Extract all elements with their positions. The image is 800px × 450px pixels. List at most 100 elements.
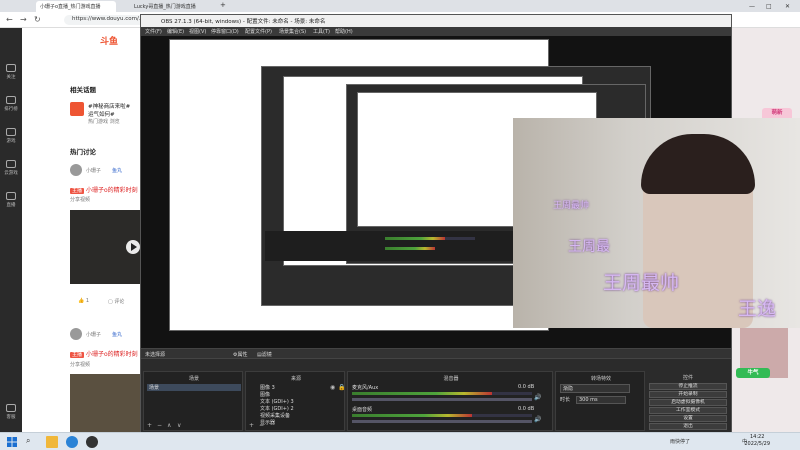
volume-slider[interactable] xyxy=(352,398,532,401)
menu-profile[interactable]: 配置文件(P) xyxy=(245,28,272,35)
badge-sticker: 牛气 xyxy=(736,368,770,378)
new-tab-button[interactable]: + xyxy=(220,1,230,12)
heart-icon xyxy=(6,64,16,72)
sidebar-item-live[interactable]: 直播 xyxy=(2,192,20,208)
menu-tools[interactable]: 工具(T) xyxy=(313,28,330,35)
exit-button[interactable]: 退出 xyxy=(649,423,727,430)
menu-view[interactable]: 视图(V) xyxy=(189,28,206,35)
add-icon[interactable]: + xyxy=(249,422,254,429)
sidebar-item-follow[interactable]: 关注 xyxy=(2,64,20,80)
controls-dock-title: 控件 xyxy=(682,375,693,381)
file-explorer-icon[interactable] xyxy=(46,436,58,448)
reload-icon[interactable]: ↻ xyxy=(34,15,41,24)
windows-start-icon[interactable] xyxy=(6,436,18,448)
post-badge: 鱼丸 xyxy=(112,168,123,174)
like-count[interactable]: 👍 1 xyxy=(78,298,89,304)
source-item[interactable]: 图像 3 xyxy=(260,384,275,391)
post-sub: 分享视频 xyxy=(70,197,91,203)
menu-scene-collection[interactable]: 场景集合(S) xyxy=(279,28,306,35)
source-item[interactable]: 视频采集设备 xyxy=(260,412,290,419)
forward-icon[interactable]: → xyxy=(20,15,27,24)
audio-meter xyxy=(352,392,492,395)
remove-icon[interactable]: − xyxy=(157,422,162,429)
post-user[interactable]: 小珊子 xyxy=(86,167,101,174)
taskbar-clock[interactable]: 14:22 2022/5/29 xyxy=(744,434,770,448)
site-sidebar: 关注 排行榜 游戏 云游戏 直播 客服 xyxy=(0,28,22,432)
maximize-button[interactable]: □ xyxy=(762,1,776,12)
speaker-icon[interactable]: 🔊 xyxy=(534,416,541,423)
sidebar-label: 游戏 xyxy=(6,139,16,144)
camera-feed: 王周最帅 王逸 王周最 王周最帅 xyxy=(513,118,800,328)
search-icon[interactable]: ⌕ xyxy=(26,436,38,448)
eye-icon[interactable]: ◉ xyxy=(330,384,335,391)
speaker-icon[interactable]: 🔊 xyxy=(534,394,541,401)
duration-input[interactable]: 300 ms xyxy=(576,396,626,404)
move-up-icon[interactable]: ∧ xyxy=(167,422,171,429)
menu-edit[interactable]: 编辑(E) xyxy=(167,28,184,35)
mixer-channel-name: 桌面音频 xyxy=(352,407,373,413)
remove-icon[interactable]: − xyxy=(259,422,264,429)
settings-button[interactable]: 设置 xyxy=(649,415,727,422)
video-thumbnail[interactable] xyxy=(70,210,140,284)
sidebar-item-games[interactable]: 游戏 xyxy=(2,128,20,144)
menu-file[interactable]: 文件(F) xyxy=(145,28,162,35)
scenes-dock: 场景 场景 + − ∧ ∨ xyxy=(143,371,243,431)
filters-button[interactable]: ▤滤镜 xyxy=(257,351,272,358)
duration-label: 时长 xyxy=(560,397,571,403)
start-recording-button[interactable]: 开始录制 xyxy=(649,391,727,398)
stop-streaming-button[interactable]: 停止推流 xyxy=(649,383,727,390)
clock-time: 14:22 xyxy=(749,434,765,440)
obs-app-icon[interactable] xyxy=(86,436,98,448)
properties-button[interactable]: ⚙属性 xyxy=(233,351,248,358)
topic-tag[interactable]: #神秘商店来啦# xyxy=(88,102,130,110)
weather-text[interactable]: 雨快停了 xyxy=(670,438,690,445)
comment-link[interactable]: ▢ 评论 xyxy=(108,298,124,305)
site-logo[interactable]: 斗鱼 xyxy=(100,34,118,47)
move-down-icon[interactable]: ∨ xyxy=(177,422,181,429)
post-title[interactable]: 主播 小珊子o的精彩时刻 xyxy=(70,349,138,358)
audio-mixer-dock: 混音器 麦克风/Aux 0.0 dB 🔊 桌面音频 0.0 dB 🔊 xyxy=(347,371,553,431)
mixer-channel-db: 0.0 dB xyxy=(518,406,535,412)
transition-select[interactable]: 渐隐 xyxy=(560,384,630,393)
tv-icon xyxy=(6,192,16,200)
post-user[interactable]: 小珊子 xyxy=(86,331,101,338)
close-button[interactable]: ✕ xyxy=(781,1,794,12)
menu-docks[interactable]: 停靠窗口(D) xyxy=(211,28,239,35)
menu-help[interactable]: 帮助(H) xyxy=(335,28,353,35)
scene-item[interactable]: 场景 xyxy=(147,384,241,391)
minimize-button[interactable]: — xyxy=(745,1,759,12)
obs-docks: 场景 场景 + − ∧ ∨ 来源 图像 3 图像 文本 (GDI+) 3 文本 … xyxy=(141,358,731,432)
obs-title-bar: OBS 27.1.3 (64-bit, windows) - 配置文件: 未命名… xyxy=(141,15,731,27)
post-badge: 鱼丸 xyxy=(112,332,123,338)
post-title[interactable]: 主播 小珊子o的精彩时刻 xyxy=(70,185,138,194)
clock-date: 2022/5/29 xyxy=(744,441,770,447)
source-item[interactable]: 文本 (GDI+) 2 xyxy=(260,405,294,412)
related-topics-title: 相关话题 xyxy=(70,86,96,94)
site-page: 斗鱼 相关话题 #神秘商店来啦# 运气如何# 热门游戏 浏览 热门讨论 小珊子 … xyxy=(22,28,140,432)
edge-browser-icon[interactable] xyxy=(66,436,78,448)
add-icon[interactable]: + xyxy=(147,422,152,429)
sidebar-item-support[interactable]: 客服 xyxy=(2,404,20,420)
sidebar-label: 云游戏 xyxy=(4,171,18,176)
source-toolbar: 未选择源 ⚙属性 ▤滤镜 xyxy=(141,348,731,358)
back-icon[interactable]: ← xyxy=(6,15,13,24)
play-icon[interactable] xyxy=(126,240,140,254)
sidebar-item-cloud-games[interactable]: 云游戏 xyxy=(2,160,20,176)
video-thumbnail[interactable] xyxy=(70,374,140,432)
transitions-dock-title: 转场特效 xyxy=(590,376,611,382)
avatar[interactable] xyxy=(70,328,82,340)
cloud-icon xyxy=(6,160,16,168)
volume-slider[interactable] xyxy=(352,420,532,423)
tab-douyu-2[interactable]: Lucky哥直播_热门游戏直播 xyxy=(130,1,212,12)
tab-douyu-1[interactable]: 小珊子o直播_热门游戏直播 xyxy=(36,1,116,12)
streamer-tag: 主播 xyxy=(70,352,85,358)
source-item[interactable]: 文本 (GDI+) 3 xyxy=(260,398,294,405)
virtual-camera-button[interactable]: 启动虚拟摄像机 xyxy=(649,399,727,406)
streamer-tag: 主播 xyxy=(70,188,85,194)
sidebar-label: 直播 xyxy=(6,203,16,208)
lock-icon[interactable]: 🔒 xyxy=(338,384,345,391)
source-item[interactable]: 图像 xyxy=(260,391,270,398)
avatar[interactable] xyxy=(70,164,82,176)
sidebar-item-rank[interactable]: 排行榜 xyxy=(2,96,20,112)
studio-mode-button[interactable]: 工作室模式 xyxy=(649,407,727,414)
